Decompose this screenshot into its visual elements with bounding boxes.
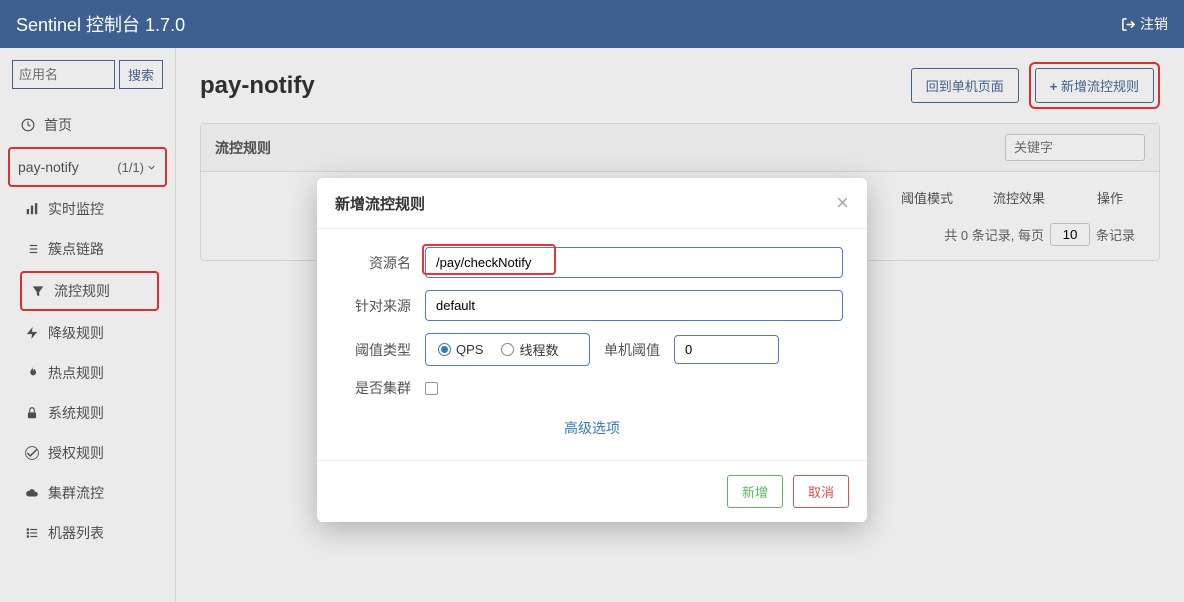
- modal-title: 新增流控规则: [335, 193, 425, 214]
- add-flow-rule-modal: 新增流控规则 × 资源名 /pay/checkNotify 针对来源 阈值类型: [317, 178, 867, 522]
- cluster-checkbox[interactable]: [425, 382, 438, 395]
- app-title: Sentinel 控制台 1.7.0: [16, 11, 185, 37]
- type-label: 阈值类型: [341, 340, 411, 360]
- cancel-button[interactable]: 取消: [793, 475, 849, 508]
- cluster-label: 是否集群: [341, 378, 411, 398]
- radio-icon: [438, 343, 451, 356]
- resource-input[interactable]: [425, 247, 843, 278]
- logout-label: 注销: [1140, 14, 1168, 34]
- advanced-options-link[interactable]: 高级选项: [341, 410, 843, 452]
- radio-qps[interactable]: QPS: [438, 342, 483, 357]
- close-icon[interactable]: ×: [836, 192, 849, 214]
- threshold-type-group: QPS 线程数: [425, 333, 590, 366]
- radio-qps-label: QPS: [456, 342, 483, 357]
- radio-icon: [501, 343, 514, 356]
- logout-icon: [1121, 17, 1136, 32]
- threshold-input[interactable]: [674, 335, 779, 364]
- resource-label: 资源名: [341, 253, 411, 273]
- radio-thread[interactable]: 线程数: [501, 340, 558, 359]
- logout-button[interactable]: 注销: [1121, 14, 1168, 34]
- origin-input[interactable]: [425, 290, 843, 321]
- threshold-label: 单机阈值: [604, 340, 660, 360]
- origin-label: 针对来源: [341, 296, 411, 316]
- submit-button[interactable]: 新增: [727, 475, 783, 508]
- radio-thread-label: 线程数: [519, 340, 558, 359]
